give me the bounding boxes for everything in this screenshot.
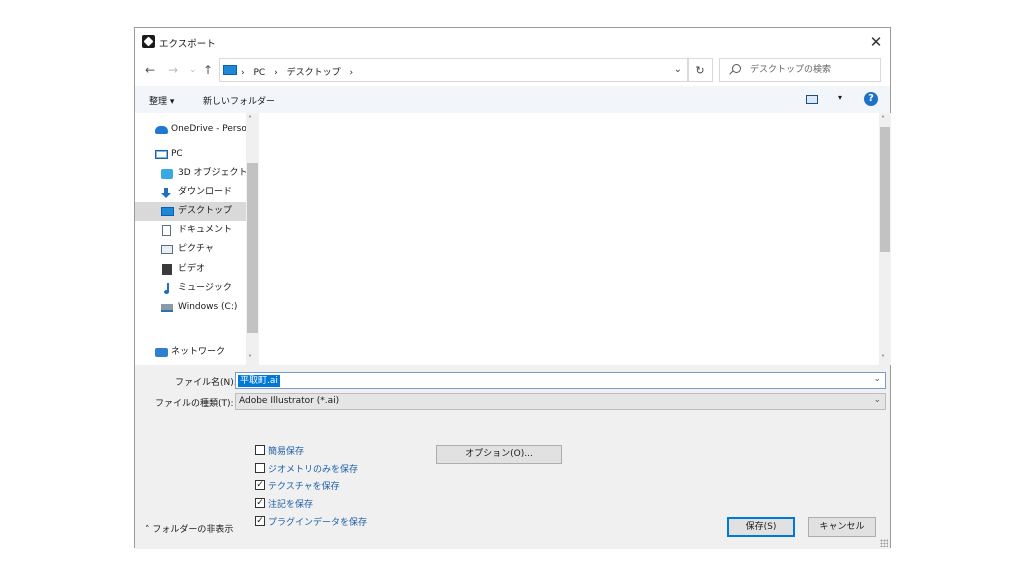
- checkbox-label: テクスチャを保存: [268, 482, 340, 492]
- new-folder-button[interactable]: 新しいフォルダー: [203, 94, 275, 107]
- nav-item-label: ミュージック: [178, 283, 232, 293]
- desktop-icon: [161, 207, 174, 216]
- checkbox-label: ジオメトリのみを保存: [268, 465, 359, 475]
- view-dropdown-icon[interactable]: ▾: [838, 93, 842, 102]
- filetype-label: ファイルの種類(T):: [155, 399, 234, 409]
- nav-item-desktop[interactable]: デスクトップ: [135, 202, 246, 221]
- search-input[interactable]: [750, 63, 875, 77]
- nav-item-label: ピクチャ: [178, 244, 214, 254]
- checkbox-label: 注記を保存: [268, 500, 314, 510]
- scroll-down-icon[interactable]: ˅: [248, 354, 252, 363]
- nav-item-label: ダウンロード: [178, 187, 233, 197]
- hide-folders-button[interactable]: ˄ フォルダーの非表示: [145, 522, 233, 535]
- nav-item-pictures[interactable]: ピクチャ: [135, 240, 246, 259]
- scroll-up-icon[interactable]: ˄: [248, 115, 252, 124]
- breadcrumb: › PC › デスクトップ ›: [241, 65, 359, 78]
- nav-item-network[interactable]: ネットワーク: [135, 343, 246, 362]
- nav-item-pc[interactable]: PC: [135, 145, 246, 164]
- navigation-pane: OneDrive - Persor PC 3D オブジェクト ダウンロード デス…: [135, 113, 259, 365]
- breadcrumb-separator[interactable]: ›: [274, 68, 278, 78]
- network-icon: [155, 348, 168, 357]
- scroll-down-icon[interactable]: ˅: [881, 354, 885, 363]
- chevron-down-icon[interactable]: ⌄: [873, 374, 881, 384]
- document-icon: [162, 225, 171, 236]
- nav-item-label: デスクトップ: [178, 206, 233, 216]
- up-arrow-icon[interactable]: ↑: [203, 63, 213, 77]
- organize-button[interactable]: 整理 ▾: [149, 94, 174, 107]
- address-bar[interactable]: › PC › デスクトップ › ⌄: [219, 58, 689, 82]
- nav-item-label: PC: [171, 149, 183, 159]
- title-bar: エクスポート ✕: [135, 28, 890, 55]
- nav-item-label: 3D オブジェクト: [178, 168, 248, 178]
- cancel-button[interactable]: キャンセル: [808, 517, 876, 537]
- filetype-select[interactable]: Adobe Illustrator (*.ai) ⌄: [235, 393, 886, 410]
- search-box[interactable]: [719, 58, 881, 82]
- breadcrumb-separator: ›: [241, 68, 245, 78]
- breadcrumb-pc[interactable]: PC: [253, 68, 265, 78]
- forward-arrow-icon[interactable]: →: [168, 63, 178, 77]
- toolbar: 整理 ▾ 新しいフォルダー ▾ ?: [135, 86, 890, 113]
- nav-item-downloads[interactable]: ダウンロード: [135, 183, 246, 202]
- music-icon: [164, 283, 170, 294]
- filetype-value: Adobe Illustrator (*.ai): [239, 396, 340, 406]
- video-icon: [162, 264, 172, 275]
- nav-scrollbar-thumb[interactable]: [247, 163, 258, 333]
- save-options-panel: ファイル名(N): 平取町.ai ⌄ ファイルの種類(T): Adobe Ill…: [135, 365, 890, 549]
- filename-label: ファイル名(N):: [175, 378, 237, 388]
- nav-item-3d-objects[interactable]: 3D オブジェクト: [135, 164, 248, 183]
- checkbox-checked[interactable]: ✓: [255, 516, 265, 526]
- checkbox-checked[interactable]: ✓: [255, 498, 265, 508]
- chevron-down-icon[interactable]: ⌄: [873, 395, 881, 405]
- checkbox-label: プラグインデータを保存: [268, 518, 368, 528]
- nav-item-label: ドキュメント: [178, 225, 233, 235]
- file-list-scrollbar-thumb[interactable]: [880, 127, 890, 252]
- nav-item-label: Windows (C:): [178, 302, 238, 312]
- drive-icon: [161, 304, 173, 312]
- breadcrumb-desktop[interactable]: デスクトップ: [287, 68, 341, 78]
- filename-input[interactable]: 平取町.ai: [238, 375, 280, 387]
- address-row: ← → ⌄ ↑ › PC › デスクトップ › ⌄ ↻: [135, 55, 890, 85]
- resize-grip-icon[interactable]: [880, 539, 888, 547]
- app-icon: [142, 35, 155, 48]
- checkbox-checked[interactable]: ✓: [255, 480, 265, 490]
- nav-item-windows-c[interactable]: Windows (C:): [135, 298, 246, 317]
- checkbox[interactable]: [255, 463, 265, 473]
- download-icon: [161, 188, 171, 199]
- options-button[interactable]: オプション(O)...: [436, 445, 562, 464]
- file-list[interactable]: [259, 113, 879, 365]
- window-title: エクスポート: [159, 39, 216, 50]
- filename-field[interactable]: 平取町.ai ⌄: [235, 372, 886, 389]
- checkbox[interactable]: [255, 445, 265, 455]
- view-options-icon[interactable]: [806, 95, 818, 104]
- save-button[interactable]: 保存(S): [727, 517, 795, 537]
- scroll-up-icon[interactable]: ˄: [881, 115, 885, 124]
- 3d-objects-icon: [161, 169, 173, 179]
- file-list-scrollbar[interactable]: ˄ ˅: [879, 113, 891, 365]
- cloud-icon: [155, 126, 168, 134]
- nav-item-label: OneDrive - Persor: [171, 124, 251, 134]
- desktop-location-icon: [223, 65, 237, 75]
- breadcrumb-separator[interactable]: ›: [349, 68, 353, 78]
- nav-item-documents[interactable]: ドキュメント: [135, 221, 246, 240]
- nav-scrollbar[interactable]: ˄ ˅: [246, 113, 259, 365]
- checkbox-label: 簡易保存: [268, 447, 305, 457]
- help-icon[interactable]: ?: [864, 92, 878, 106]
- refresh-icon[interactable]: ↻: [687, 58, 713, 82]
- nav-item-videos[interactable]: ビデオ: [135, 260, 246, 279]
- pictures-icon: [161, 245, 173, 254]
- nav-item-label: ビデオ: [178, 264, 206, 274]
- back-arrow-icon[interactable]: ←: [145, 63, 155, 77]
- close-icon[interactable]: ✕: [862, 28, 890, 55]
- nav-item-music[interactable]: ミュージック: [135, 279, 246, 298]
- search-icon: [732, 64, 741, 73]
- nav-item-label: ネットワーク: [171, 347, 226, 357]
- export-dialog: エクスポート ✕ ← → ⌄ ↑ › PC › デスクトップ › ⌄ ↻ 整理 …: [134, 27, 891, 549]
- chevron-down-icon[interactable]: ⌄: [674, 64, 682, 75]
- nav-item-onedrive[interactable]: OneDrive - Persor: [135, 120, 251, 139]
- recent-locations-icon[interactable]: ⌄: [189, 63, 197, 77]
- pc-icon: [155, 150, 168, 159]
